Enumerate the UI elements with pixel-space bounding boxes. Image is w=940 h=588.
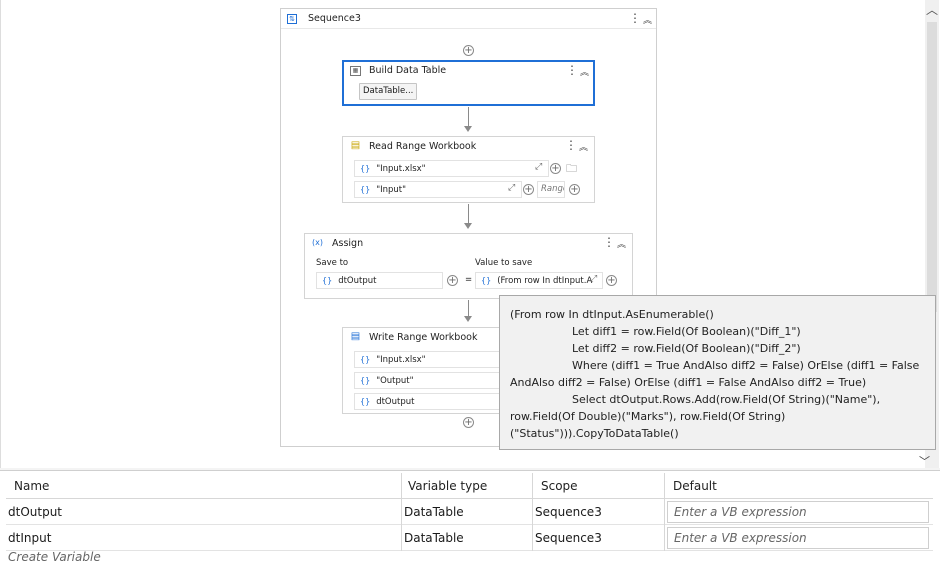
expand-icon[interactable]: ⤢ xyxy=(535,162,542,172)
tooltip-line: row.Field(Of Double)("Marks"), row.Field… xyxy=(510,410,786,423)
save-to-input[interactable]: {} dtOutput xyxy=(316,272,443,289)
scrollbar-thumb[interactable] xyxy=(927,22,937,312)
write-range-file-input[interactable]: {} "Input.xlsx" xyxy=(354,351,514,368)
build-data-table-title: Build Data Table xyxy=(369,65,447,76)
save-to-plus-icon[interactable]: + xyxy=(447,275,458,286)
sequence-icon: ⇅ xyxy=(287,14,297,24)
equals-sign: = xyxy=(465,275,473,285)
connector-arrow xyxy=(464,316,472,322)
variable-default-input[interactable]: Enter a VB expression xyxy=(667,527,929,549)
variables-panel[interactable]: Name Variable type Scope Default dtOutpu… xyxy=(0,470,940,588)
write-range-data-value: dtOutput xyxy=(376,397,415,407)
read-range-workbook-activity[interactable]: ▤ Read Range Workbook ⋮ ︽ {} "Input.xlsx"… xyxy=(342,136,595,203)
expand-icon[interactable]: ⤢ xyxy=(590,274,597,284)
variable-type-cell[interactable]: DataTable xyxy=(402,499,533,525)
panel-collapse-down-icon[interactable]: ﹀ xyxy=(919,453,930,469)
variable-default-input[interactable]: Enter a VB expression xyxy=(667,501,929,523)
build-data-table-menu-icon[interactable]: ⋮ xyxy=(566,63,578,77)
tooltip-line: ("Status"))).CopyToDataTable() xyxy=(510,427,679,440)
scroll-up-icon[interactable]: ︿ xyxy=(926,1,938,18)
header-scope[interactable]: Scope xyxy=(533,473,665,499)
value-to-save-value: (From row In dtInput.A xyxy=(497,276,593,286)
sequence-collapse-icon[interactable]: ︽ xyxy=(643,13,652,26)
write-range-title: Write Range Workbook xyxy=(369,332,478,343)
header-default[interactable]: Default xyxy=(665,473,933,499)
read-range-range-input[interactable]: Range xyxy=(537,181,565,198)
read-range-file-plus-icon[interactable]: + xyxy=(550,163,561,174)
value-to-save-input[interactable]: {} (From row In dtInput.A xyxy=(475,272,603,289)
add-activity-top-icon[interactable]: + xyxy=(463,45,474,56)
tooltip-line: Where (diff1 = True AndAlso diff2 = Fals… xyxy=(572,359,920,372)
read-range-sheet-value: "Input" xyxy=(376,185,407,195)
sequence-header[interactable]: ⇅ Sequence3 ⋮ ︽ xyxy=(281,9,656,29)
save-to-value: dtOutput xyxy=(338,276,377,286)
build-data-table-collapse-icon[interactable]: ︽ xyxy=(580,65,589,78)
variable-name-cell[interactable]: dtInput xyxy=(6,525,402,551)
connector-line xyxy=(468,107,469,127)
assign-collapse-icon[interactable]: ︽ xyxy=(617,237,626,250)
read-range-file-value: "Input.xlsx" xyxy=(376,164,426,174)
folder-icon[interactable]: 🗀 xyxy=(566,160,577,179)
excel-sheet-icon: ▤ xyxy=(350,140,361,151)
variable-type-cell[interactable]: DataTable xyxy=(402,525,533,551)
write-range-file-value: "Input.xlsx" xyxy=(376,355,426,365)
write-range-data-input[interactable]: {} dtOutput xyxy=(354,393,514,410)
table-row[interactable]: dtInput DataTable Sequence3 Enter a VB e… xyxy=(6,525,933,551)
connector-line xyxy=(468,204,469,224)
save-to-label: Save to xyxy=(316,258,349,268)
assign-title: Assign xyxy=(332,238,364,249)
read-range-menu-icon[interactable]: ⋮ xyxy=(565,138,577,152)
write-range-sheet-value: "Output" xyxy=(376,376,414,386)
read-range-sheet-input[interactable]: {} "Input" xyxy=(354,181,522,198)
sequence-title: Sequence3 xyxy=(308,13,361,24)
table-row[interactable]: dtOutput DataTable Sequence3 Enter a VB … xyxy=(6,499,933,525)
tooltip-line: (From row In dtInput.AsEnumerable() xyxy=(510,308,714,321)
connector-arrow xyxy=(464,223,472,229)
create-variable-link[interactable]: Create Variable xyxy=(8,550,101,564)
variable-scope-cell[interactable]: Sequence3 xyxy=(533,499,665,525)
tooltip-line: Select dtOutput.Rows.Add(row.Field(Of St… xyxy=(572,393,881,406)
sequence-menu-icon[interactable]: ⋮ xyxy=(629,11,641,25)
header-variable-type[interactable]: Variable type xyxy=(402,473,533,499)
tooltip-line: Let diff1 = row.Field(Of Boolean)("Diff_… xyxy=(572,325,801,338)
header-name[interactable]: Name xyxy=(6,473,402,499)
tooltip-line: AndAlso diff2 = False) OrElse (diff1 = F… xyxy=(510,376,867,389)
variables-header-row: Name Variable type Scope Default xyxy=(6,473,933,499)
variable-name-cell[interactable]: dtOutput xyxy=(6,499,402,525)
build-data-table-activity[interactable]: ▦ Build Data Table ⋮ ︽ DataTable... xyxy=(342,60,595,106)
excel-write-icon: ▤ xyxy=(350,331,361,342)
add-activity-bottom-icon[interactable]: + xyxy=(463,417,474,428)
value-to-save-label: Value to save xyxy=(475,258,533,268)
connector-line xyxy=(468,300,469,317)
read-range-range-plus-icon[interactable]: + xyxy=(569,184,580,195)
read-range-collapse-icon[interactable]: ︽ xyxy=(579,140,588,153)
datatable-button[interactable]: DataTable... xyxy=(359,83,418,100)
write-range-sheet-input[interactable]: {} "Output" xyxy=(354,372,514,389)
assign-menu-icon[interactable]: ⋮ xyxy=(603,235,615,249)
connector-arrow xyxy=(464,126,472,132)
expression-tooltip: (From row In dtInput.AsEnumerable() Let … xyxy=(499,295,936,450)
assign-icon: (x) xyxy=(312,238,323,247)
assign-activity[interactable]: (x) Assign ⋮ ︽ Save to Value to save {} d… xyxy=(304,233,633,299)
read-range-title: Read Range Workbook xyxy=(369,141,477,152)
read-range-sheet-plus-icon[interactable]: + xyxy=(523,184,534,195)
expand-icon[interactable]: ⤢ xyxy=(508,183,515,193)
tooltip-line: Let diff2 = row.Field(Of Boolean)("Diff_… xyxy=(572,342,801,355)
value-to-save-plus-icon[interactable]: + xyxy=(606,275,617,286)
table-icon: ▦ xyxy=(350,66,361,76)
variable-scope-cell[interactable]: Sequence3 xyxy=(533,525,665,551)
read-range-file-input[interactable]: {} "Input.xlsx" xyxy=(354,160,549,177)
